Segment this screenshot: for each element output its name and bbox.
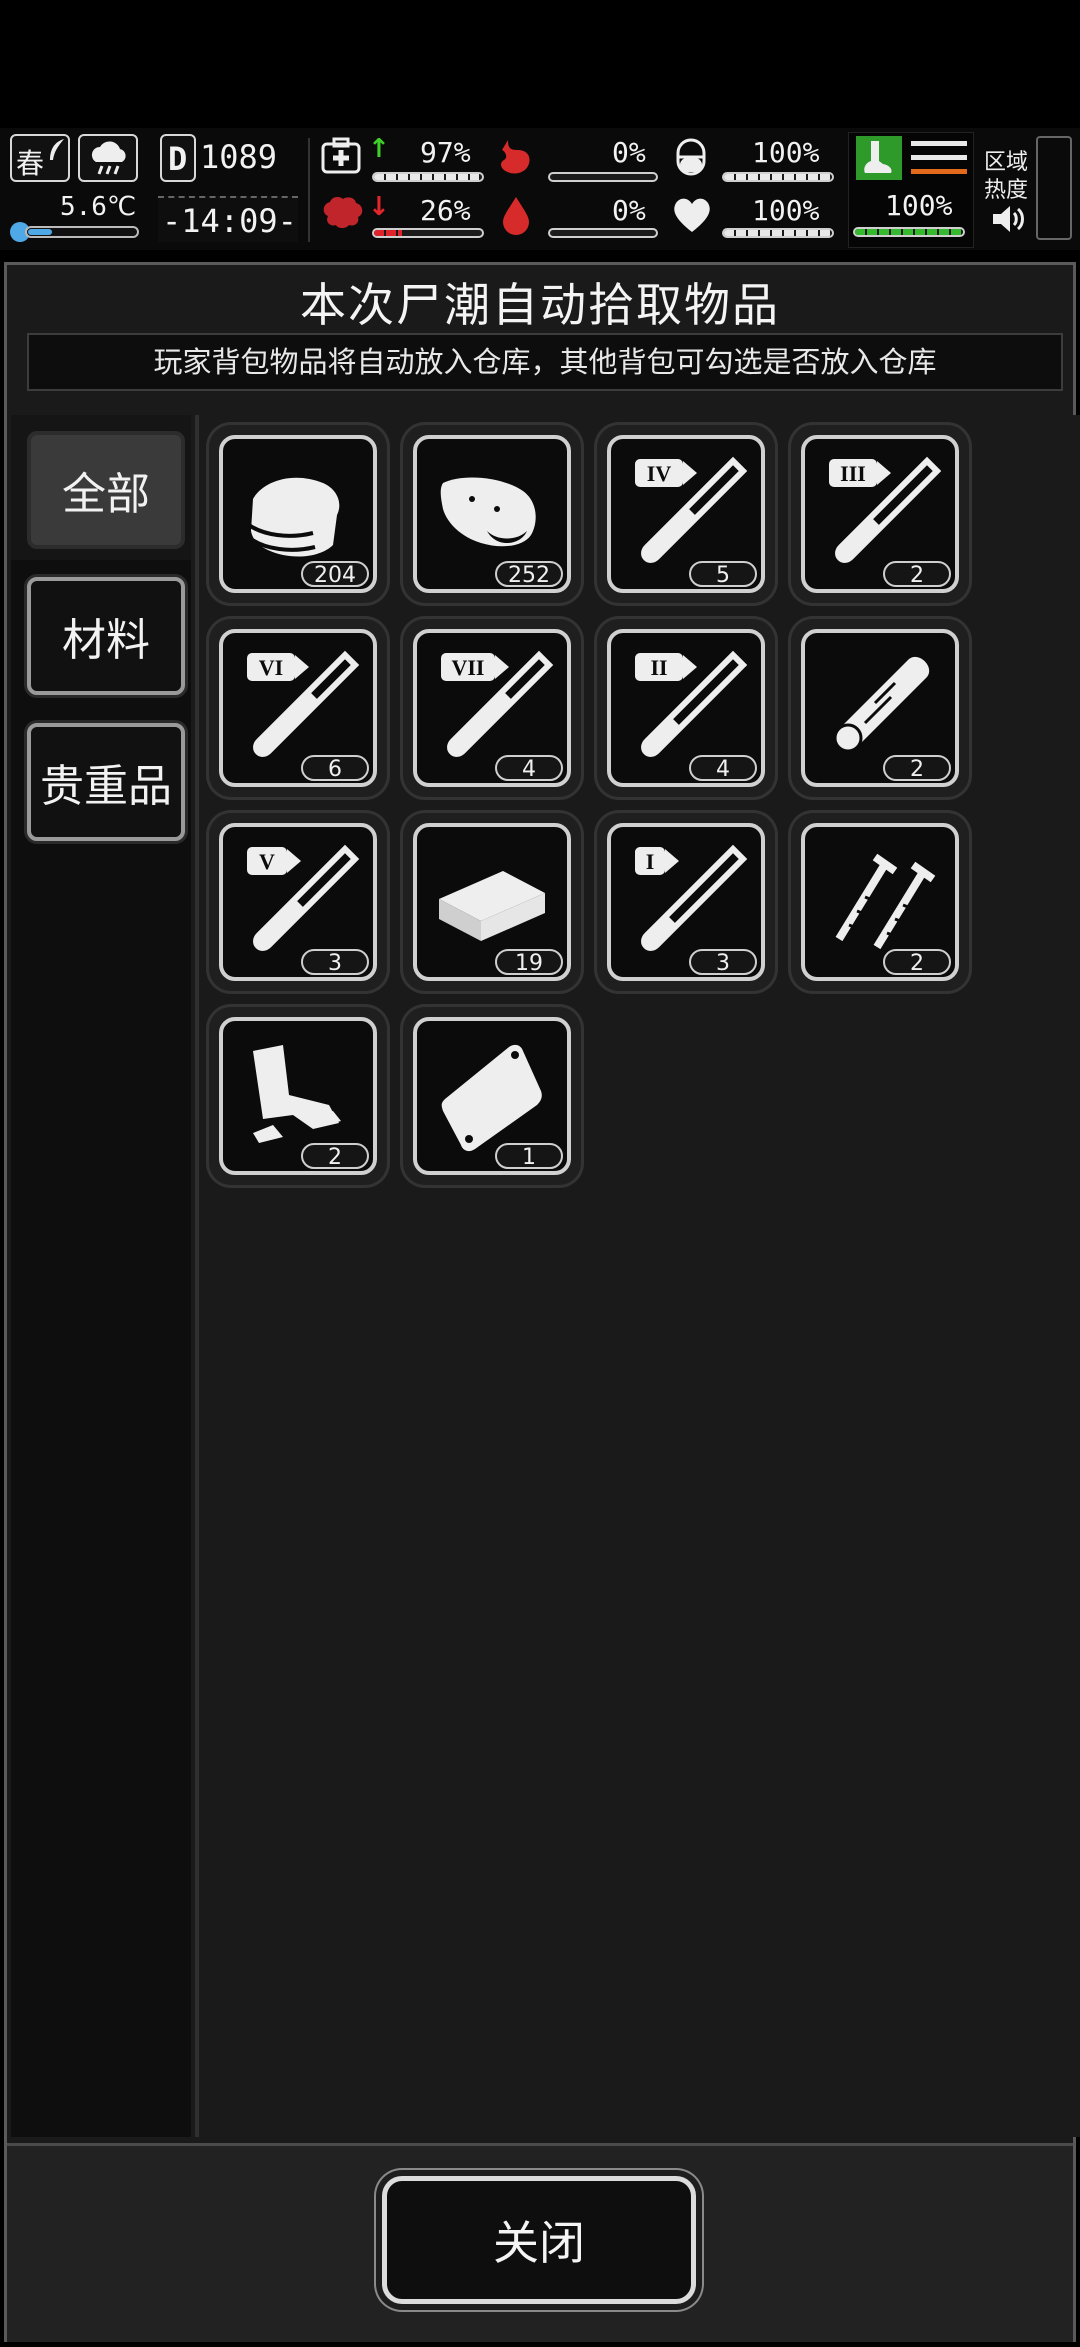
item-count: 4 (689, 755, 757, 782)
zone-heat-meter (1036, 136, 1072, 240)
hud-divider (308, 138, 310, 242)
temperature-value: 5.6℃ (60, 192, 137, 222)
category-sidebar: 全部 材料 贵重品 (11, 415, 191, 2137)
status-hud: 春 5.6℃ D 1089 -14:09- ↑ 97% ↓ 26% 0% 0% … (0, 128, 1080, 250)
foot-icon (856, 136, 902, 180)
season-label: 春 (16, 147, 45, 180)
stamina-bar (722, 172, 834, 182)
item-count: 204 (301, 561, 369, 588)
tier-label: I (646, 849, 655, 874)
mental-value: 26% (420, 194, 471, 227)
tab-all-label: 全部 (62, 469, 150, 520)
thirst-bar (548, 228, 658, 238)
hunger-bar (548, 172, 658, 182)
day-counter: 1089 (200, 138, 278, 176)
item-slot-test-tube-v[interactable]: V 3 (209, 813, 387, 991)
item-count: 19 (495, 949, 563, 976)
season-box[interactable]: 春 (10, 134, 70, 182)
speaker-icon[interactable] (990, 202, 1026, 236)
mental-bar (372, 228, 484, 238)
tab-valuables[interactable]: 贵重品 (27, 723, 185, 841)
feather-icon (50, 139, 64, 160)
tab-all[interactable]: 全部 (27, 431, 185, 549)
item-count: 2 (883, 949, 951, 976)
item-slot-brick[interactable]: 19 (403, 813, 581, 991)
tab-materials[interactable]: 材料 (27, 577, 185, 695)
close-button[interactable]: 关闭 (382, 2176, 696, 2304)
item-slot-test-tube-ii[interactable]: II 4 (597, 619, 775, 797)
item-slot-cloth[interactable]: 204 (209, 425, 387, 603)
movement-value: 100% (885, 189, 953, 222)
item-count: 5 (689, 561, 757, 588)
thermometer-icon (10, 222, 139, 242)
item-slot-test-tube-vii[interactable]: VII 4 (403, 619, 581, 797)
stamina-value: 100% (752, 136, 820, 169)
item-slot-plastic-bag[interactable]: 1 (403, 1007, 581, 1185)
item-count: 2 (883, 755, 951, 782)
item-slot-test-tube-iv[interactable]: IV 5 (597, 425, 775, 603)
item-count: 1 (495, 1143, 563, 1170)
item-count: 2 (301, 1143, 369, 1170)
tier-label: V (259, 849, 275, 874)
day-prefix: D (168, 140, 188, 178)
health-value: 97% (420, 136, 471, 169)
item-count: 6 (301, 755, 369, 782)
tier-label: VII (451, 655, 484, 680)
movement-bar (853, 227, 965, 237)
panel-subtitle: 玩家背包物品将自动放入仓库，其他背包可勾选是否放入仓库 (27, 333, 1063, 391)
mental-down-arrow: ↓ (368, 192, 390, 222)
tier-label: IV (647, 461, 672, 486)
item-count: 3 (689, 949, 757, 976)
item-slot-test-tube-iii[interactable]: III 2 (791, 425, 969, 603)
brain-icon (323, 197, 363, 228)
stomach-icon (501, 140, 530, 174)
heart-icon (674, 198, 710, 232)
close-button-label: 关闭 (493, 2216, 585, 2270)
item-slot-scrap-metal[interactable]: 2 (209, 1007, 387, 1185)
item-slot-log[interactable]: 2 (791, 619, 969, 797)
thirst-value: 0% (612, 194, 646, 227)
item-grid: 204 252 IV 5 III 2 VI 6 VII 4 II 4 2 V 3… (195, 415, 1080, 2137)
panel-title: 本次尸潮自动拾取物品 (300, 278, 780, 332)
tier-label: II (650, 655, 667, 680)
tab-materials-label: 材料 (62, 615, 150, 666)
water-drop-icon (503, 197, 529, 235)
item-count: 4 (495, 755, 563, 782)
heart-bar (722, 228, 834, 238)
health-bar (372, 172, 484, 182)
pill-icon (676, 138, 706, 176)
heart-value: 100% (752, 194, 820, 227)
clock-box: -14:09- (158, 196, 298, 242)
health-up-arrow: ↑ (368, 134, 390, 164)
day-badge: D (160, 134, 196, 182)
tier-label: III (840, 461, 866, 486)
zone-heat-label-2: 热度 (984, 178, 1029, 203)
item-slot-test-tube-i[interactable]: I 3 (597, 813, 775, 991)
item-count: 3 (301, 949, 369, 976)
rain-cloud-icon (91, 141, 126, 175)
clock-time: -14:09- (162, 202, 297, 240)
movement-panel: 100% (848, 132, 974, 248)
hunger-value: 0% (612, 136, 646, 169)
item-count: 2 (883, 561, 951, 588)
item-slot-screws[interactable]: 2 (791, 813, 969, 991)
tier-label: VI (259, 655, 283, 680)
weather-box[interactable] (78, 134, 138, 182)
auto-pickup-panel: 本次尸潮自动拾取物品 玩家背包物品将自动放入仓库，其他背包可勾选是否放入仓库 全… (4, 262, 1080, 2342)
item-count: 252 (495, 561, 563, 588)
medkit-icon (321, 137, 361, 174)
tab-valuables-label: 贵重品 (40, 761, 172, 812)
item-slot-meat[interactable]: 252 (403, 425, 581, 603)
item-slot-test-tube-vi[interactable]: VI 6 (209, 619, 387, 797)
